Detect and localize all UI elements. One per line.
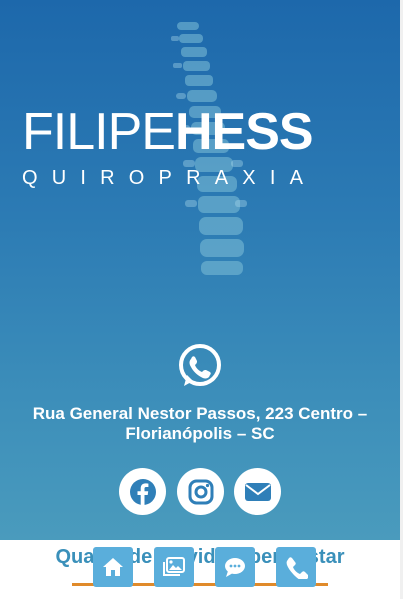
address-text: Rua General Nestor Passos, 223 Centro – … [10, 404, 390, 444]
bottom-section: Qualidade de vida e bem-estar [0, 540, 400, 599]
logo-last-name: HESS [174, 103, 314, 161]
logo-first-name: FILIPE [22, 103, 176, 161]
nav-gallery-button[interactable] [154, 547, 194, 587]
images-icon [163, 557, 185, 576]
email-button[interactable] [234, 468, 281, 515]
nav-chat-button[interactable] [215, 547, 255, 587]
home-icon [103, 558, 123, 576]
nav-phone-button[interactable] [276, 547, 316, 587]
brand-logo-subtitle: QUIROPRAXIA [22, 167, 318, 189]
facebook-button[interactable] [119, 468, 166, 515]
phone-icon [286, 557, 308, 579]
chat-icon [225, 558, 245, 577]
section-heading: Qualidade de vida e bem-estar [55, 546, 345, 568]
instagram-icon [188, 479, 213, 504]
nav-home-button[interactable] [93, 547, 133, 587]
address-line-2: Florianópolis – SC [125, 424, 275, 443]
envelope-icon [244, 482, 271, 501]
instagram-button[interactable] [177, 468, 224, 515]
hero-section: FILIPEHESS QUIROPRAXIA Rua General Nesto… [0, 0, 400, 540]
facebook-icon [129, 478, 156, 505]
address-line-1: Rua General Nestor Passos, 223 Centro – [32, 404, 368, 423]
brand-logo-title: FILIPEHESS [22, 104, 382, 160]
whatsapp-icon[interactable] [176, 342, 224, 390]
